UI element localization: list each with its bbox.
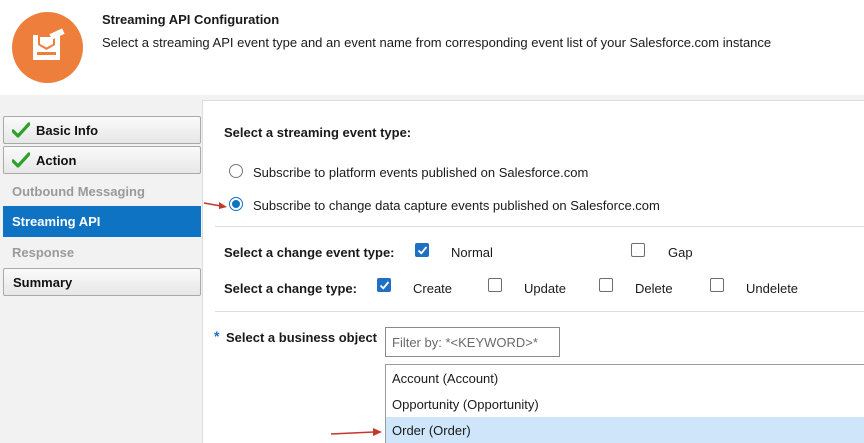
list-item-selected[interactable]: Order (Order) — [386, 417, 864, 443]
gap-label: Gap — [668, 245, 693, 260]
check-icon — [379, 281, 390, 290]
checkmark-icon — [12, 122, 30, 138]
sidebar-item-action[interactable]: Action — [3, 146, 201, 174]
delete-label: Delete — [635, 281, 673, 296]
checkmark-icon — [12, 152, 30, 168]
sidebar-item-label: Response — [12, 244, 75, 260]
change-data-capture-radio[interactable] — [229, 197, 243, 211]
update-checkbox[interactable] — [488, 278, 502, 292]
page-title: Streaming API Configuration — [102, 12, 280, 27]
normal-label: Normal — [451, 245, 493, 260]
change-event-type-label: Select a change event type: — [224, 245, 395, 260]
event-type-heading: Select a streaming event type: — [224, 125, 412, 140]
annotation-arrow-icon — [203, 202, 227, 209]
sidebar-item-label: Basic Info — [36, 122, 99, 138]
sidebar-item-basic-info[interactable]: Basic Info — [3, 116, 201, 144]
list-item[interactable]: Opportunity (Opportunity) — [386, 391, 864, 417]
update-label: Update — [524, 281, 566, 296]
undelete-label: Undelete — [746, 281, 799, 296]
list-item[interactable]: Account (Account) — [386, 365, 864, 391]
change-data-capture-label[interactable]: Subscribe to change data capture events … — [253, 198, 660, 213]
normal-checkbox[interactable] — [415, 243, 429, 257]
page-description: Select a streaming API event type and an… — [102, 35, 772, 50]
business-object-label: Select a business object — [226, 330, 378, 345]
required-marker: * — [214, 328, 220, 344]
sidebar-item-streaming-api[interactable]: Streaming API — [3, 206, 201, 237]
sidebar-item-label: Action — [36, 152, 77, 168]
create-label: Create — [413, 281, 453, 296]
annotation-arrow-icon — [330, 428, 382, 436]
sidebar-item-response: Response — [3, 238, 201, 266]
page-header: Streaming API Configuration Select a str… — [0, 0, 864, 95]
undelete-checkbox[interactable] — [710, 278, 724, 292]
section-divider — [215, 311, 864, 312]
business-object-filter-input[interactable] — [385, 327, 560, 357]
sidebar-item-label: Streaming API — [12, 214, 101, 229]
create-checkbox[interactable] — [377, 278, 391, 292]
section-divider — [215, 226, 864, 227]
platform-events-radio[interactable] — [229, 164, 243, 178]
streaming-api-logo-icon — [12, 12, 83, 83]
delete-checkbox[interactable] — [599, 278, 613, 292]
sidebar-item-outbound-messaging: Outbound Messaging — [3, 177, 201, 205]
check-icon — [417, 246, 428, 255]
sidebar-item-summary[interactable]: Summary — [3, 268, 201, 296]
wizard-sidebar: Basic Info Action Outbound Messaging Str… — [0, 100, 202, 443]
streaming-api-panel: Select a streaming event type: Subscribe… — [202, 100, 864, 443]
business-object-list[interactable]: Account (Account) Opportunity (Opportuni… — [385, 364, 864, 443]
platform-events-label[interactable]: Subscribe to platform events published o… — [253, 165, 588, 180]
change-type-label: Select a change type: — [224, 281, 357, 296]
sidebar-item-label: Outbound Messaging — [12, 183, 145, 199]
gap-checkbox[interactable] — [631, 243, 645, 257]
sidebar-item-label: Summary — [13, 274, 73, 290]
